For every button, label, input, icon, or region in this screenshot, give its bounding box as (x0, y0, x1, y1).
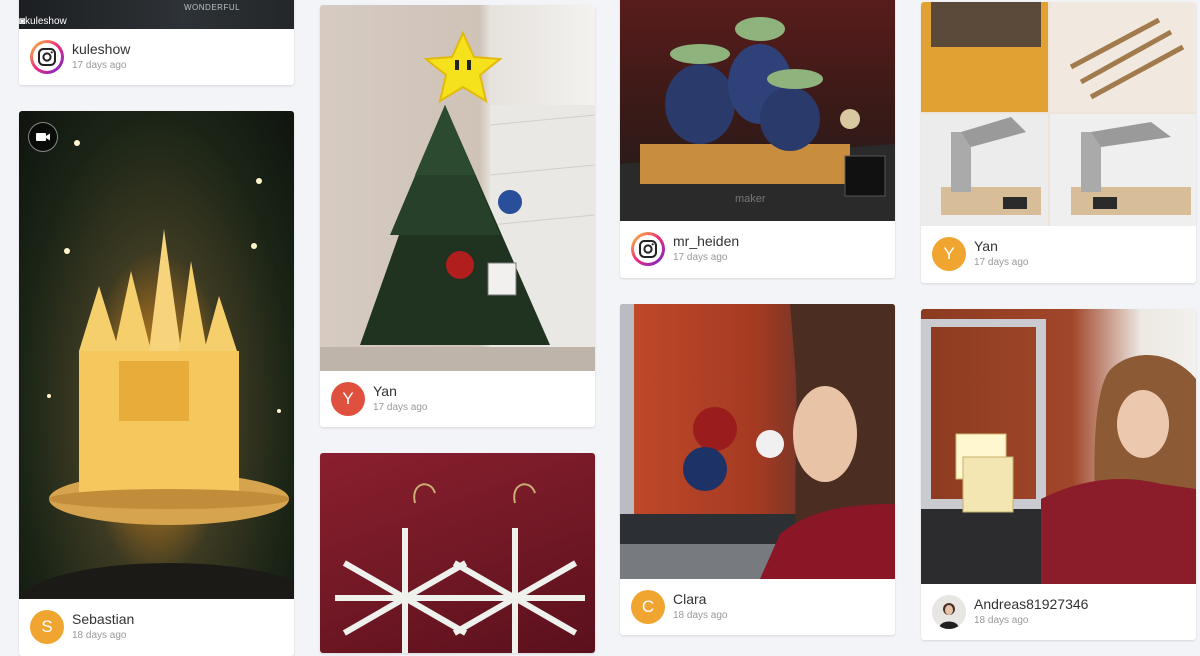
instagram-avatar[interactable] (631, 232, 665, 266)
image-brand-text: maker (735, 193, 766, 205)
profile-photo-avatar[interactable] (932, 595, 966, 629)
post-image[interactable] (19, 111, 294, 599)
post-time: 17 days ago (72, 60, 127, 71)
post-card[interactable]: C Clara 18 days ago (620, 304, 895, 635)
post-image[interactable]: WONDERFUL ◙kuleshow (19, 0, 294, 29)
post-card[interactable] (320, 453, 595, 653)
instagram-icon (639, 240, 657, 258)
post-card[interactable]: Y Yan 17 days ago (320, 5, 595, 427)
username[interactable]: Clara (673, 591, 706, 607)
username[interactable]: mr_heiden (673, 233, 739, 249)
instagram-avatar[interactable] (30, 40, 64, 74)
video-camera-icon (28, 122, 58, 152)
user-avatar[interactable]: Y (932, 237, 966, 271)
post-card[interactable]: maker mr_heiden 17 days ago (620, 0, 895, 278)
post-card[interactable]: Andreas81927346 18 days ago (921, 309, 1196, 640)
user-avatar[interactable]: S (30, 610, 64, 644)
post-card[interactable]: Y Yan 17 days ago (921, 2, 1196, 283)
post-card[interactable]: WONDERFUL ◙kuleshow kuleshow 17 days ago (19, 0, 294, 85)
instagram-icon (38, 48, 56, 66)
post-time: 18 days ago (72, 630, 127, 641)
post-image[interactable]: maker (620, 0, 895, 221)
post-time: 18 days ago (974, 615, 1029, 626)
post-image[interactable] (320, 5, 595, 371)
user-avatar[interactable]: C (631, 590, 665, 624)
post-image[interactable] (921, 309, 1196, 584)
post-time: 17 days ago (673, 252, 728, 263)
post-image[interactable] (620, 304, 895, 579)
post-time: 17 days ago (974, 257, 1029, 268)
image-caption-text: WONDERFUL (184, 3, 241, 12)
post-time: 17 days ago (373, 402, 428, 413)
post-card[interactable]: S Sebastian 18 days ago (19, 111, 294, 656)
username[interactable]: Sebastian (72, 611, 134, 627)
user-avatar[interactable]: Y (331, 382, 365, 416)
post-time: 18 days ago (673, 610, 728, 621)
post-image[interactable] (921, 2, 1196, 226)
username[interactable]: Andreas81927346 (974, 596, 1088, 612)
username[interactable]: Yan (974, 238, 998, 254)
username[interactable]: Yan (373, 383, 397, 399)
image-watermark: ◙kuleshow (19, 16, 67, 27)
username[interactable]: kuleshow (72, 41, 130, 57)
post-image[interactable] (320, 453, 595, 653)
